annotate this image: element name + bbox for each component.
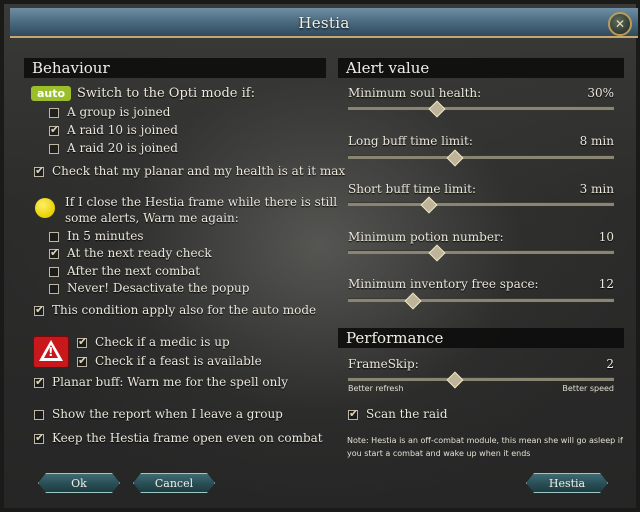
inventory-space-slider[interactable]: [348, 292, 614, 310]
inventory-space-value: 12: [598, 277, 614, 291]
potion-number-slider[interactable]: [348, 244, 614, 262]
raid20-checkbox[interactable]: [49, 144, 59, 154]
long-buff-label: Long buff time limit:: [348, 134, 473, 148]
close-icon[interactable]: ✕: [608, 12, 632, 36]
short-buff-slider[interactable]: [348, 196, 614, 214]
soul-health-label: Minimum soul health:: [348, 86, 482, 100]
potion-number-label: Minimum potion number:: [348, 230, 504, 244]
auto-mode-checkbox[interactable]: [34, 303, 44, 316]
ok-button[interactable]: Ok: [38, 473, 120, 493]
long-buff-thumb[interactable]: [446, 149, 464, 167]
warning-icon: !: [33, 336, 69, 368]
medic-label: Check if a medic is up: [95, 335, 230, 349]
inventory-space-label: Minimum inventory free space:: [348, 277, 539, 291]
group-joined-label: A group is joined: [67, 105, 171, 119]
short-buff-value: 3 min: [579, 182, 614, 196]
scan-raid-checkbox[interactable]: [348, 407, 358, 420]
keep-open-label: Keep the Hestia frame open even on comba…: [52, 431, 323, 445]
short-buff-label: Short buff time limit:: [348, 182, 477, 196]
short-buff-thumb[interactable]: [420, 196, 438, 214]
title-bar[interactable]: Hestia: [10, 8, 638, 38]
feast-checkbox[interactable]: [77, 354, 87, 367]
behaviour-header: Behaviour: [24, 58, 326, 78]
keep-open-checkbox[interactable]: [34, 431, 44, 444]
hestia-window: Hestia ✕ Behaviour auto Switch to the Op…: [0, 0, 640, 512]
soul-health-thumb[interactable]: [428, 100, 446, 118]
potion-number-value: 10: [598, 230, 614, 244]
warn-again-text-1: If I close the Hestia frame while there …: [65, 195, 338, 209]
planar-buff-label: Planar buff: Warn me for the spell only: [52, 375, 288, 389]
planar-buff-checkbox[interactable]: [34, 375, 44, 388]
group-joined-checkbox[interactable]: [49, 108, 59, 118]
window-title: Hestia: [298, 14, 350, 32]
deactivate-popup-label: Never! Desactivate the popup: [67, 281, 250, 295]
long-buff-slider[interactable]: [348, 149, 614, 167]
raid10-label: A raid 10 is joined: [67, 123, 178, 137]
hestia-button[interactable]: Hestia: [526, 473, 608, 493]
frameskip-label: FrameSkip:: [348, 357, 419, 371]
after-combat-checkbox[interactable]: [49, 267, 59, 277]
raid10-checkbox[interactable]: [49, 123, 59, 136]
cancel-button[interactable]: Cancel: [133, 473, 215, 493]
yellow-dot-icon: [35, 198, 55, 218]
planar-health-checkbox[interactable]: [34, 164, 44, 177]
show-report-checkbox[interactable]: [34, 410, 44, 420]
warn-again-text-2: some alerts, Warn me again:: [65, 211, 239, 225]
better-refresh-label: Better refresh: [348, 384, 404, 393]
scan-raid-label: Scan the raid: [366, 407, 448, 421]
deactivate-popup-checkbox[interactable]: [49, 284, 59, 294]
auto-badge: auto: [31, 86, 71, 101]
frameskip-value: 2: [606, 357, 614, 371]
planar-health-label: Check that my planar and my health is at…: [52, 164, 346, 178]
opti-mode-label: Switch to the Opti mode if:: [77, 86, 255, 101]
after-combat-label: After the next combat: [67, 264, 201, 278]
better-speed-label: Better speed: [562, 384, 614, 393]
long-buff-value: 8 min: [579, 134, 614, 148]
frameskip-thumb[interactable]: [446, 371, 464, 389]
show-report-label: Show the report when I leave a group: [52, 407, 283, 421]
performance-header: Performance: [338, 328, 624, 348]
in-5-minutes-checkbox[interactable]: [49, 232, 59, 242]
inventory-space-thumb[interactable]: [404, 292, 422, 310]
in-5-minutes-label: In 5 minutes: [67, 229, 144, 243]
potion-number-thumb[interactable]: [428, 244, 446, 262]
medic-checkbox[interactable]: [77, 335, 87, 348]
performance-note: Note: Hestia is an off-combat module, th…: [347, 436, 623, 458]
raid20-label: A raid 20 is joined: [67, 141, 178, 155]
soul-health-slider[interactable]: [348, 100, 614, 118]
feast-label: Check if a feast is available: [95, 354, 262, 368]
ready-check-label: At the next ready check: [67, 246, 212, 260]
alert-value-header: Alert value: [338, 58, 624, 78]
soul-health-value: 30%: [587, 86, 614, 100]
frameskip-slider[interactable]: [348, 371, 614, 389]
ready-check-checkbox[interactable]: [49, 246, 59, 259]
auto-mode-label: This condition apply also for the auto m…: [52, 303, 317, 317]
